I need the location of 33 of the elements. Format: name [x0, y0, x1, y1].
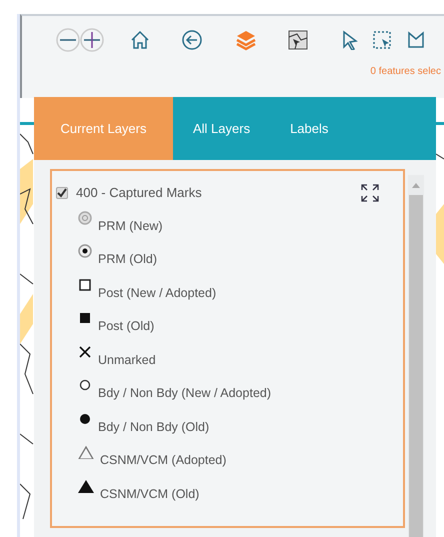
home-icon[interactable]: [129, 29, 151, 51]
target-symbol-icon: [78, 210, 92, 224]
zoom-in-icon[interactable]: [80, 28, 104, 52]
open-square-symbol-icon: [78, 278, 92, 292]
selection-status: 0 features selec: [370, 65, 441, 79]
polygon-select-icon[interactable]: [406, 30, 426, 50]
legend-label: PRM (Old): [98, 251, 158, 268]
legend-label: Bdy / Non Bdy (New / Adopted): [98, 385, 272, 402]
zoom-out-icon[interactable]: [56, 28, 80, 52]
layer-tab[interactable]: All Layers: [173, 97, 270, 160]
cross-symbol-icon: [78, 344, 92, 358]
map-pointer-icon[interactable]: [287, 29, 309, 51]
filled-circle-symbol-icon: [78, 412, 92, 426]
scroll-thumb[interactable]: [409, 195, 423, 537]
legend-label: Post (Old): [98, 318, 154, 335]
expand-icon[interactable]: [361, 184, 379, 202]
legend-label: CSNM/VCM (Adopted): [100, 452, 226, 469]
layer-title: 400 - Captured Marks: [76, 184, 202, 202]
open-triangle-symbol-icon: [78, 445, 94, 459]
legend-label: CSNM/VCM (Old): [100, 486, 200, 503]
legend-label: PRM (New): [98, 218, 163, 235]
rect-select-icon[interactable]: [372, 30, 392, 50]
ringed-dot-symbol-icon: [78, 244, 92, 258]
open-circle-symbol-icon: [78, 378, 92, 392]
filled-triangle-symbol-icon: [78, 478, 94, 492]
layer-tab[interactable]: Labels: [270, 97, 348, 160]
scrollbar[interactable]: [408, 175, 424, 537]
legend-label: Unmarked: [98, 352, 156, 368]
filled-square-symbol-icon: [78, 311, 92, 325]
layer-checkbox[interactable]: [56, 186, 68, 199]
legend-label: Post (New / Adopted): [98, 284, 216, 302]
layer-tab[interactable]: Current Layers: [34, 97, 173, 160]
legend-label: Bdy / Non Bdy (Old): [98, 418, 210, 436]
